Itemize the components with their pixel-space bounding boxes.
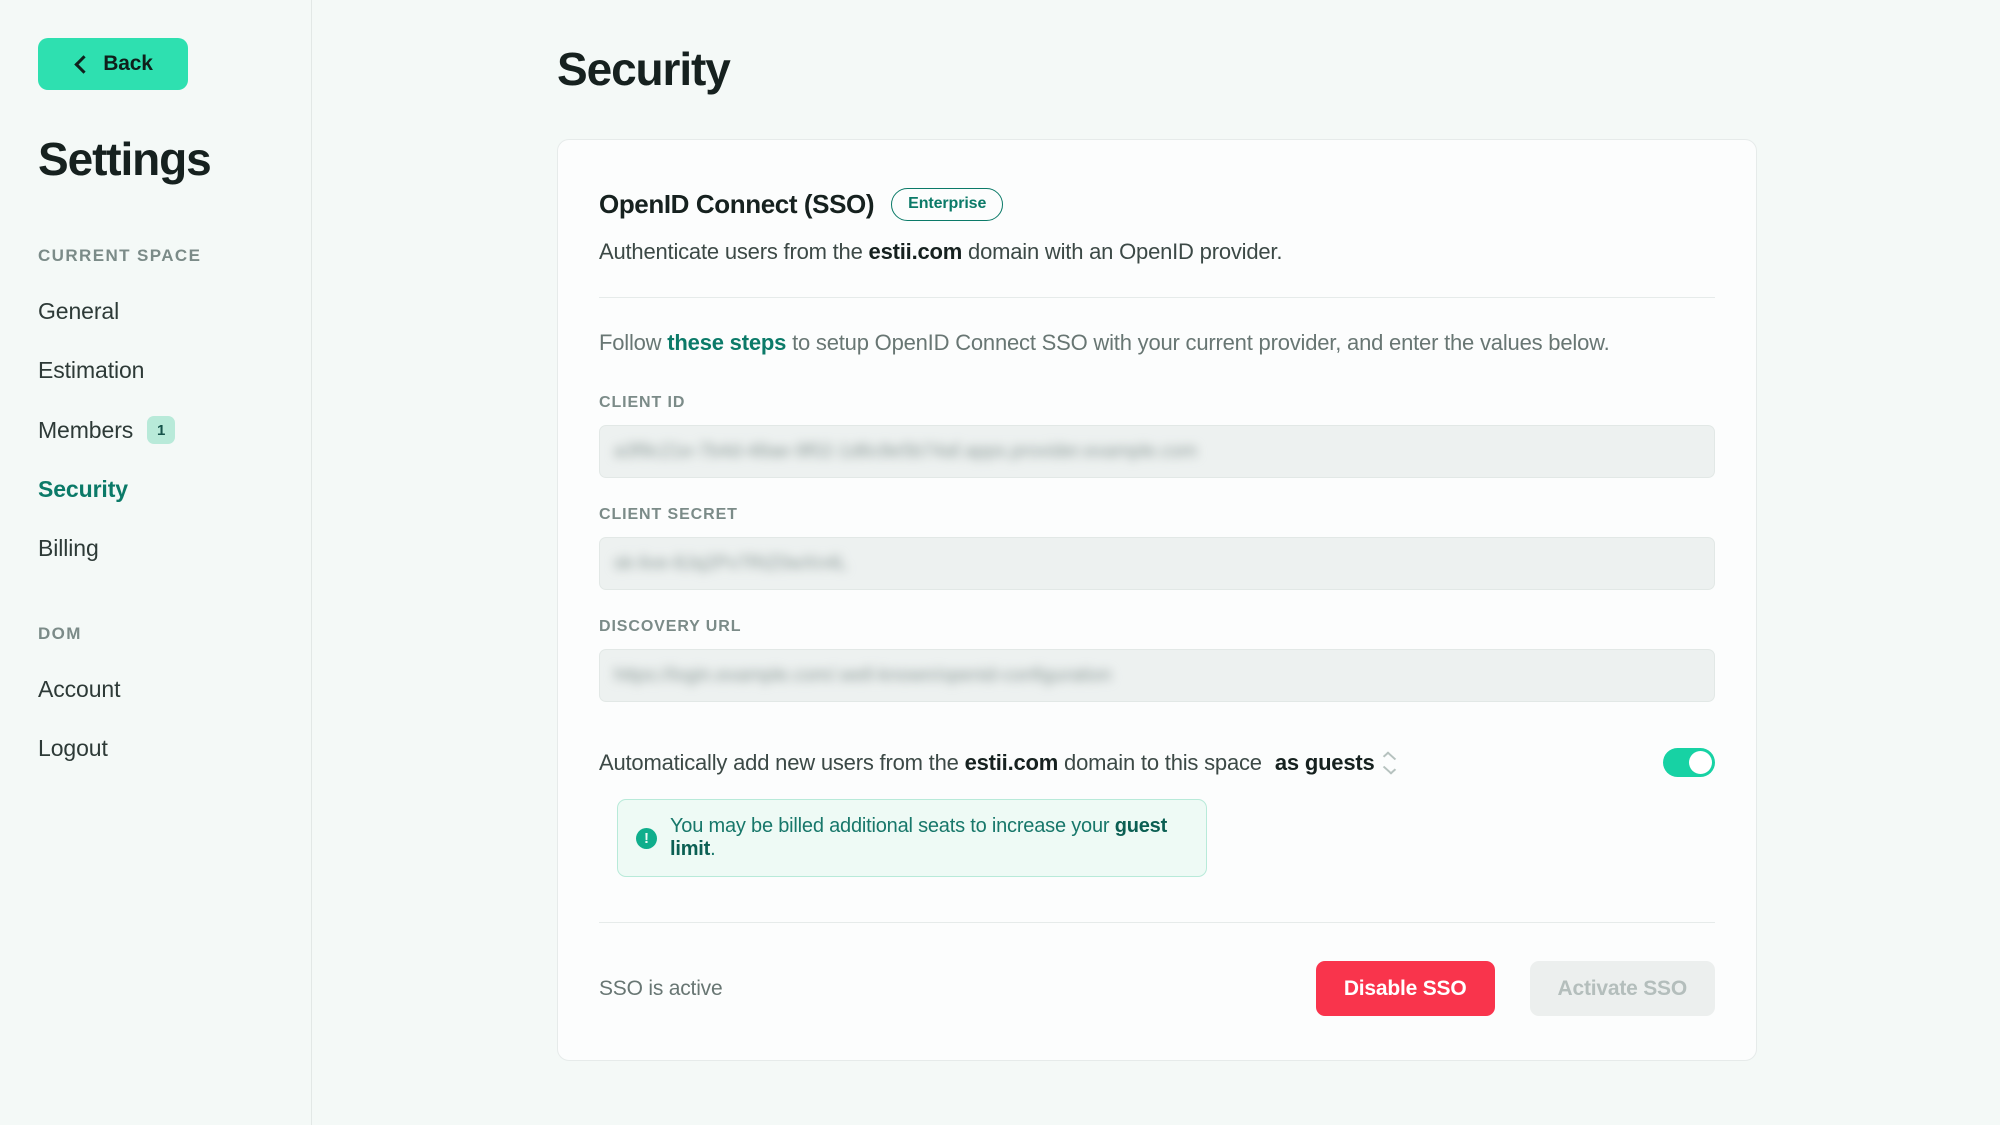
guest-role-select[interactable]: as guests [1274,749,1396,776]
card-title: OpenID Connect (SSO) [599,189,875,219]
sidebar-item-label: Estimation [38,357,145,383]
chevron-left-icon [74,54,93,74]
card-header: OpenID Connect (SSO) Enterprise [599,188,1715,221]
enterprise-badge: Enterprise [891,188,1004,221]
auto-add-users-row: Automatically add new users from the est… [599,748,1715,777]
client-id-field-group: CLIENT ID a3f9c21e-7b4d-48ae-9f02-1d6c8e… [599,394,1715,478]
these-steps-link[interactable]: these steps [667,330,786,355]
disable-sso-button[interactable]: Disable SSO [1315,961,1495,1016]
sidebar: Back Settings CURRENT SPACE General Esti… [0,0,312,1125]
guest-role-value: as guests [1274,749,1375,775]
sidebar-item-label: Billing [38,535,99,561]
sidebar-item-general[interactable]: General [38,298,311,325]
setup-instructions-suffix: to setup OpenID Connect SSO with your cu… [786,330,1610,355]
sidebar-item-logout[interactable]: Logout [38,735,311,762]
auto-add-prefix: Automatically add new users from the [599,749,965,775]
sso-settings-card: OpenID Connect (SSO) Enterprise Authenti… [557,139,1757,1061]
sidebar-item-estimation[interactable]: Estimation [38,357,311,384]
auto-add-users-toggle[interactable] [1663,748,1715,777]
sidebar-item-billing[interactable]: Billing [38,535,311,562]
nav-section-dom: DOM [38,624,82,643]
back-button[interactable]: Back [38,38,188,90]
client-id-value: a3f9c21e-7b4d-48ae-9f02-1d6c8e5b74af.app… [614,440,1198,462]
main-content: Security OpenID Connect (SSO) Enterprise… [312,0,2000,1125]
notice-prefix: You may be billed additional seats to in… [670,815,1115,837]
card-subtitle: Authenticate users from the estii.com do… [599,239,1715,265]
sidebar-item-label: General [38,298,120,324]
members-count-badge: 1 [147,416,176,444]
sidebar-item-label: Security [38,476,128,502]
sidebar-item-label: Logout [38,735,108,761]
card-subtitle-domain: estii.com [868,239,963,264]
alert-circle-icon: ! [636,827,657,849]
sso-status-text: SSO is active [599,976,723,1000]
discovery-url-field-group: DISCOVERY URL https://login.example.com/… [599,618,1715,702]
client-secret-field-group: CLIENT SECRET sk-live-8Jq2Pv7RtZ0wXn4L [599,506,1715,590]
client-secret-value: sk-live-8Jq2Pv7RtZ0wXn4L [614,552,848,574]
auto-add-middle: domain to this space [1058,749,1262,775]
section-divider [599,297,1715,298]
client-id-input[interactable]: a3f9c21e-7b4d-48ae-9f02-1d6c8e5b74af.app… [599,425,1715,478]
billing-notice: ! You may be billed additional seats to … [617,799,1207,877]
discovery-url-input[interactable]: https://login.example.com/.well-known/op… [599,649,1715,702]
setup-instructions-prefix: Follow [599,330,668,355]
auto-add-users-text: Automatically add new users from the est… [599,750,1262,776]
sidebar-item-members[interactable]: Members 1 [38,416,311,444]
setup-instructions: Follow these steps to setup OpenID Conne… [599,330,1715,356]
back-button-label: Back [103,52,153,75]
notice-suffix: . [710,838,716,860]
sidebar-item-label: Members [38,416,134,443]
footer-divider [599,922,1715,923]
client-secret-input[interactable]: sk-live-8Jq2Pv7RtZ0wXn4L [599,537,1715,590]
card-footer: SSO is active Disable SSO Activate SSO [599,961,1715,1016]
auto-add-domain: estii.com [964,749,1059,775]
sidebar-item-label: Account [38,676,121,702]
client-secret-label: CLIENT SECRET [599,506,738,523]
chevron-up-down-icon [1382,751,1396,775]
page-title: Security [557,43,731,95]
billing-notice-text: You may be billed additional seats to in… [670,815,1188,861]
discovery-url-value: https://login.example.com/.well-known/op… [614,664,1112,686]
sidebar-item-security[interactable]: Security [38,476,311,503]
sidebar-item-account[interactable]: Account [38,676,311,703]
discovery-url-label: DISCOVERY URL [599,618,742,635]
settings-title: Settings [38,133,212,185]
toggle-knob [1689,751,1712,774]
client-id-label: CLIENT ID [599,394,686,411]
activate-sso-button: Activate SSO [1529,961,1715,1016]
nav-section-current-space: CURRENT SPACE [38,246,202,265]
card-subtitle-prefix: Authenticate users from the [599,239,869,264]
card-subtitle-suffix: domain with an OpenID provider. [962,239,1283,264]
